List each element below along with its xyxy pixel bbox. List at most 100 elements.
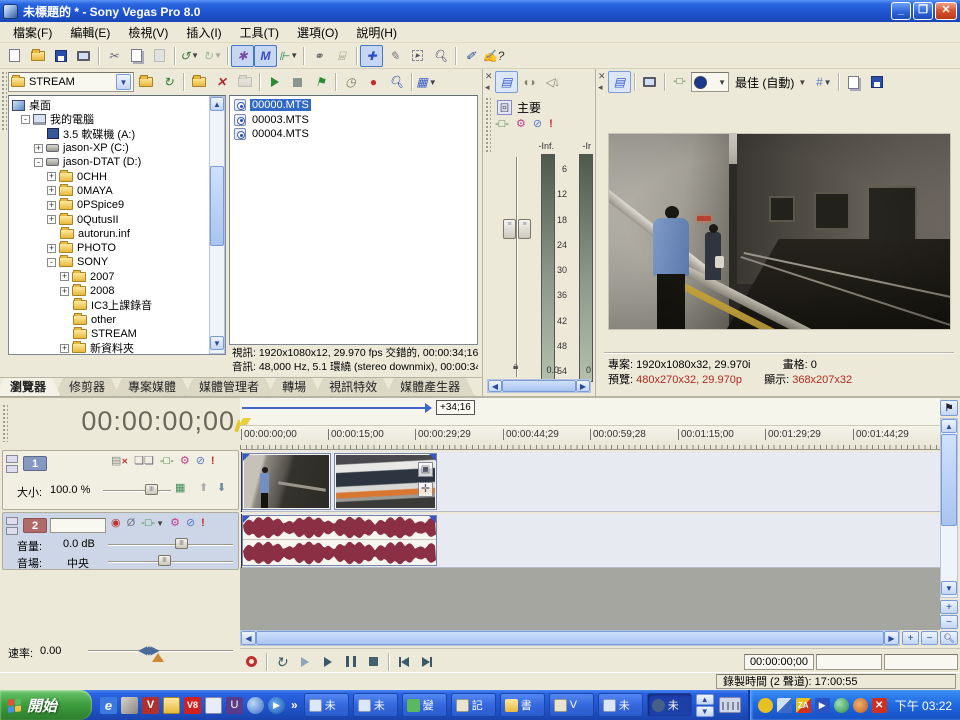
expand-toggle[interactable]: + <box>34 144 43 153</box>
tab-project-media[interactable]: 專案媒體 <box>113 378 191 397</box>
tree-item[interactable]: other <box>73 312 225 326</box>
track-down-icon[interactable]: ⬇ <box>217 483 226 494</box>
video-track-header[interactable]: 1 ▤✕ ❏❏ -□- ⚙ ⊘ ! 大小: 100.0 % Ⅲ ▦ ⬆ ⬇ <box>2 450 239 510</box>
event-fx-curves-button[interactable]: ✎ <box>383 45 406 67</box>
taskbar-scroll-up[interactable]: ▲ <box>696 694 714 705</box>
ie-icon[interactable]: e <box>100 697 117 714</box>
group-events-button[interactable]: ⚭ <box>307 45 330 67</box>
downmix-button[interactable]: ◖◗ <box>518 71 541 93</box>
playhead-cursor[interactable] <box>241 452 242 512</box>
track-restore-icon[interactable] <box>6 465 18 473</box>
redo-button[interactable]: ↻▼ <box>201 45 224 67</box>
audio-track-header[interactable]: 2 ◉ Ø -□-▼ ⚙ ⊘ ! 音量: 0.0 dB Ⅲ 音場: 中央 Ⅲ <box>2 512 239 570</box>
tab-trimmer[interactable]: 修剪器 <box>54 378 120 397</box>
tree-item[interactable]: -我的電腦 <box>21 112 225 126</box>
audio-event[interactable] <box>242 515 437 566</box>
mixer-close-icon[interactable]: ✕◂ <box>485 71 493 93</box>
task-button[interactable]: 未 <box>353 693 398 717</box>
track-minimize-icon[interactable] <box>6 455 18 463</box>
track-motion-icon[interactable]: ❏❏ <box>134 456 154 467</box>
timeline-grip[interactable] <box>2 404 8 442</box>
scroll-left-button[interactable]: ◀ <box>241 631 256 645</box>
undo-button[interactable]: ↺▼ <box>178 45 201 67</box>
video-fx-button[interactable]: -□- <box>668 71 691 93</box>
gear-icon[interactable]: ⚙ <box>516 119 526 130</box>
globe-app-icon[interactable] <box>247 697 264 714</box>
scroll-left-button[interactable]: ◀ <box>488 380 502 392</box>
tree-item[interactable]: IC3上課錄音 <box>73 298 225 312</box>
tree-item[interactable]: +2007 <box>60 270 225 284</box>
tree-item[interactable]: +新資料夾 <box>60 341 225 355</box>
file-row[interactable]: 00004.MTS <box>232 127 477 142</box>
external-monitor-button[interactable] <box>638 71 661 93</box>
zoom-tool-corner-button[interactable]: 🔍︎ <box>940 631 958 645</box>
expand-toggle[interactable]: + <box>60 287 69 296</box>
mixer-properties-button[interactable]: ▤ <box>495 71 518 93</box>
selection-tool-button[interactable]: ▸ <box>406 45 429 67</box>
taskbar-scroll-down[interactable]: ▼ <box>696 706 714 717</box>
tree-item[interactable]: -SONY <box>47 255 225 269</box>
document-shortcut-icon[interactable] <box>205 697 222 714</box>
timeline-ruler[interactable]: 00:00:00;00 00:00:15;00 00:00:29;29 00:0… <box>240 426 940 450</box>
audio-track-number[interactable]: 2 <box>23 518 47 533</box>
tree-item[interactable]: +0MAYA <box>47 184 225 198</box>
new-project-button[interactable] <box>3 45 26 67</box>
new-folder-button[interactable] <box>187 71 210 93</box>
scroll-right-button[interactable]: ▶ <box>576 380 590 392</box>
task-button[interactable]: 未 <box>598 693 643 717</box>
tray-player-icon[interactable]: ▶ <box>815 698 830 713</box>
auto-ripple-button[interactable]: ✚ <box>360 45 383 67</box>
expand-toggle[interactable]: + <box>47 215 56 224</box>
tree-item[interactable]: autorun.inf <box>60 227 225 241</box>
menu-view[interactable]: 檢視(V) <box>119 22 177 43</box>
tree-item[interactable]: -jason-DTAT (D:) <box>34 155 225 169</box>
open-project-button[interactable] <box>26 45 49 67</box>
expand-toggle[interactable]: + <box>60 272 69 281</box>
file-row[interactable]: 00003.MTS <box>232 113 477 128</box>
refresh-button[interactable]: ↻ <box>157 71 180 93</box>
pen-app-icon[interactable]: V <box>142 697 159 714</box>
mute-icon[interactable]: ⊘ <box>186 518 195 529</box>
track-fx-icon[interactable]: -□- <box>160 456 174 467</box>
media-properties-button[interactable]: ◷ <box>339 71 362 93</box>
task-button[interactable]: 變 <box>402 693 447 717</box>
project-properties-button[interactable] <box>72 45 95 67</box>
timeline-time-display[interactable]: 00:00:00;00 <box>30 406 235 437</box>
tree-item[interactable]: +0CHH <box>47 169 225 183</box>
tray-network-icon[interactable] <box>777 698 792 713</box>
scrollbar-thumb[interactable] <box>210 166 224 246</box>
mixer-scrollbar[interactable]: ◀ ▶ <box>487 379 591 393</box>
tree-item[interactable]: +PHOTO <box>47 241 225 255</box>
solo-icon[interactable]: ! <box>201 518 205 529</box>
gear-icon[interactable]: ⚙ <box>180 456 190 467</box>
loop-marker-icon[interactable] <box>239 418 251 425</box>
mute-icon[interactable]: ⊘ <box>533 119 542 130</box>
zoom-in-time-button[interactable]: + <box>902 631 919 645</box>
video-event-2[interactable]: ▣ ✛ <box>334 453 437 510</box>
track-minimize-icon[interactable] <box>6 517 18 525</box>
size-slider-handle[interactable]: Ⅲ <box>145 484 158 495</box>
go-to-end-button[interactable] <box>415 651 438 673</box>
tab-explorer[interactable]: 瀏覽器 <box>0 378 61 397</box>
up-one-level-button[interactable] <box>134 71 157 93</box>
explorer-grip[interactable] <box>1 71 7 131</box>
marker-bar[interactable]: +34;16 <box>240 398 940 426</box>
start-preview-button[interactable] <box>263 71 286 93</box>
timeline-v-scrollbar[interactable]: ▲ ▼ <box>940 418 958 598</box>
bus-select-icon[interactable]: 回 <box>497 100 512 115</box>
address-dropdown-button[interactable]: ▼ <box>116 74 131 90</box>
rate-scrub-slider[interactable] <box>88 650 233 652</box>
snapping-toggle-button[interactable]: ✱ <box>231 45 254 67</box>
track-fx-icon[interactable]: -□-▼ <box>141 518 164 529</box>
menu-file[interactable]: 檔案(F) <box>4 22 61 43</box>
collapse-toggle[interactable]: - <box>21 115 30 124</box>
track-up-icon[interactable]: ⬆ <box>199 483 208 494</box>
lock-envelopes-button[interactable]: ⌸ <box>330 45 353 67</box>
cursor-time-box[interactable]: 00:00:00;00 <box>744 654 814 670</box>
timeline-empty-area[interactable] <box>240 568 940 630</box>
views-button[interactable]: ▦▼ <box>415 71 438 93</box>
vegas-shortcut-icon[interactable]: V8 <box>184 697 201 714</box>
marker-tool-button[interactable]: ⚑ <box>940 400 958 416</box>
paste-button[interactable] <box>148 45 171 67</box>
playhead-cursor[interactable] <box>241 514 242 568</box>
